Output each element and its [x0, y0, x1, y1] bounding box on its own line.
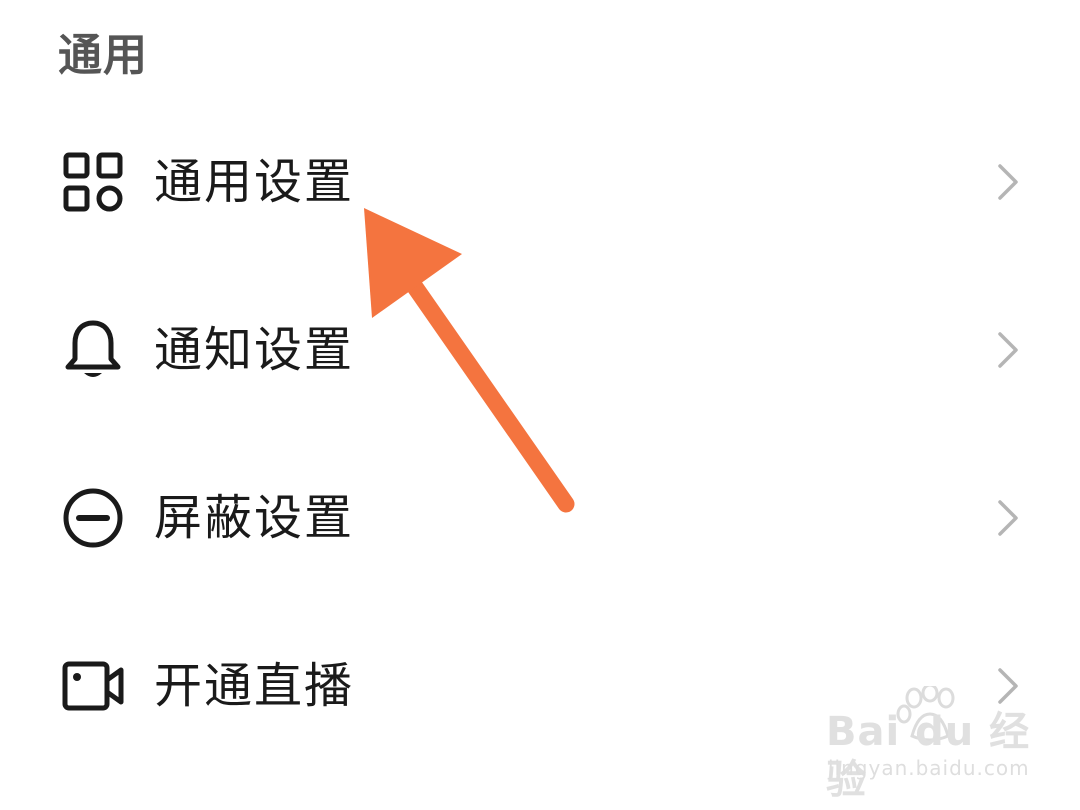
baidu-jingyan-watermark: Bai du 经验 jingyan.baidu.com — [826, 683, 1046, 803]
bell-icon — [60, 317, 126, 383]
section-title: 通用 — [58, 30, 148, 81]
watermark-url: jingyan.baidu.com — [828, 756, 1030, 780]
settings-item-block[interactable]: 屏蔽设置 — [0, 458, 1080, 578]
settings-item-label: 通用设置 — [154, 154, 355, 210]
settings-item-label: 通知设置 — [154, 322, 355, 378]
settings-item-notification[interactable]: 通知设置 — [0, 290, 1080, 410]
settings-page: 通用 通用设置 通知设置 屏蔽设置 开通直播 Bai du 经验 jingyan… — [0, 0, 1080, 810]
chevron-right-icon — [990, 324, 1026, 376]
chevron-right-icon — [990, 156, 1026, 208]
settings-item-general[interactable]: 通用设置 — [0, 122, 1080, 242]
block-minus-icon — [60, 485, 126, 551]
settings-item-label: 屏蔽设置 — [154, 490, 355, 546]
grid-apps-icon — [60, 149, 126, 215]
settings-item-label: 开通直播 — [154, 658, 355, 714]
chevron-right-icon — [990, 492, 1026, 544]
video-camera-icon — [60, 653, 126, 719]
